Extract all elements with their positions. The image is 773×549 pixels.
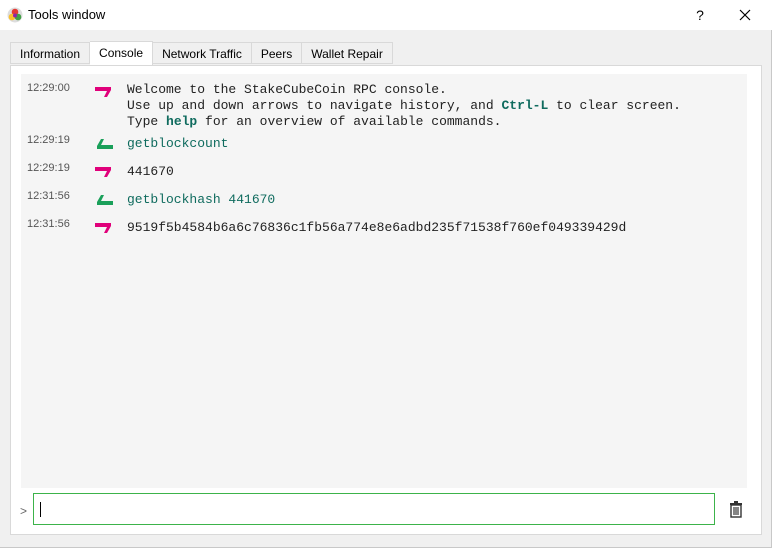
prompt-symbol: > — [20, 504, 28, 518]
console-output[interactable]: 12:29:00 Welcome to the StakeCubeCoin RP… — [21, 74, 747, 488]
reply-arrow-icon — [95, 223, 111, 233]
reply-text: 441670 — [127, 164, 174, 179]
app-logo-icon — [7, 7, 23, 23]
tab-peers[interactable]: Peers — [251, 42, 303, 64]
welcome-line-1: Welcome to the StakeCubeCoin RPC console… — [127, 82, 447, 97]
console-tab-page: 12:29:00 Welcome to the StakeCubeCoin RP… — [10, 65, 762, 535]
title-bar: Tools window ? — [0, 0, 773, 30]
window-title: Tools window — [28, 7, 106, 22]
welcome-message: Welcome to the StakeCubeCoin RPC console… — [127, 82, 681, 130]
welcome-line-2-text: Use up and down arrows to navigate histo… — [127, 98, 502, 113]
entry-timestamp: 12:31:56 — [27, 218, 70, 230]
welcome-help-keyword: help — [166, 114, 198, 129]
close-icon — [739, 9, 751, 21]
tab-bar: Information Console Network Traffic Peer… — [10, 41, 393, 65]
tab-network-traffic[interactable]: Network Traffic — [153, 42, 252, 64]
entry-timestamp: 12:31:56 — [27, 190, 70, 202]
entry-timestamp: 12:29:00 — [27, 82, 70, 94]
reply-text: 9519f5b4584b6a6c76836c1fb56a774e8e6adbd2… — [127, 220, 627, 235]
tab-wallet-repair[interactable]: Wallet Repair — [302, 42, 393, 64]
entry-timestamp: 12:29:19 — [27, 134, 70, 146]
tab-information[interactable]: Information — [10, 42, 91, 64]
command-text: getblockhash 441670 — [127, 192, 276, 207]
tab-console[interactable]: Console — [90, 41, 154, 65]
console-input[interactable] — [33, 493, 715, 525]
welcome-ctrl-l-keyword: Ctrl-L — [501, 98, 549, 113]
text-caret — [40, 502, 41, 517]
trash-icon — [730, 501, 742, 518]
reply-arrow-icon — [95, 87, 111, 97]
help-button[interactable]: ? — [690, 3, 710, 27]
clear-console-button[interactable] — [727, 500, 745, 518]
entry-timestamp: 12:29:19 — [27, 162, 70, 174]
command-text: getblockcount — [127, 136, 229, 151]
welcome-line-2-end: to clear screen. — [548, 98, 681, 113]
tools-panel: Information Console Network Traffic Peer… — [0, 30, 772, 548]
welcome-line-3-text: Type — [127, 114, 167, 129]
reply-arrow-icon — [95, 167, 111, 177]
close-button[interactable] — [733, 3, 757, 27]
request-arrow-icon — [97, 195, 113, 205]
welcome-line-3-end: for an overview of available commands. — [197, 114, 502, 129]
request-arrow-icon — [97, 139, 113, 149]
